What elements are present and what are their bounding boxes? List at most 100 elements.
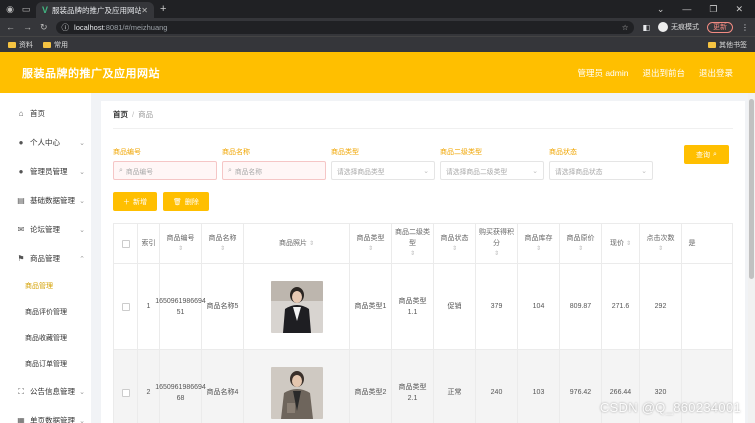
product-photo[interactable] — [270, 280, 323, 333]
select-all-checkbox[interactable] — [121, 239, 130, 248]
chevron-down-icon: ⌄ — [79, 197, 85, 205]
sidebar-subitem-goods[interactable]: 商品管理 — [0, 273, 91, 299]
sort-icon[interactable]: ⇕ — [626, 241, 631, 247]
sort-icon[interactable]: ⇕ — [658, 244, 663, 255]
goods-table: 索引 商品编号 ⇕ 商品名称 ⇕ 商品照片 ⇕ 商品类型 ⇕ 商品二级类型 ⇕ 商品状态… — [113, 223, 733, 423]
back-to-frontend-link[interactable]: 退出到前台 — [642, 67, 685, 79]
col-label: 索引 — [141, 240, 156, 247]
sort-icon[interactable]: ⇕ — [309, 241, 314, 247]
close-window-icon[interactable]: ✕ — [735, 4, 743, 15]
incognito-indicator[interactable]: 无痕模式 — [658, 22, 699, 32]
folder-icon — [8, 41, 16, 48]
filter-goods-code: 商品编号 ⌕ 商品编号 — [113, 147, 217, 180]
chevron-down-icon: ⌄ — [79, 139, 85, 147]
sort-icon[interactable]: ⇕ — [452, 244, 457, 255]
col-header[interactable]: 商品库存 ⇕ — [518, 224, 560, 263]
goods-subtype-select[interactable]: 请选择商品二级类型 ⌄ — [440, 161, 544, 180]
browser-profile-icon[interactable]: ◉ — [4, 3, 16, 15]
col-header[interactable]: 现价 ⇕ — [602, 224, 640, 263]
sidebar-subitem-orders[interactable]: 商品订单管理 — [0, 351, 91, 377]
tab-title: 服装品牌的推广及应用网站 — [52, 5, 142, 15]
sidebar-item-admins[interactable]: ● 管理员管理 ⌄ — [0, 157, 91, 186]
content-area: 首页 / 商品 商品编号 ⌕ 商品编号 商品名称 ⌕ 商品名称 商品类型 请选择商品… — [91, 93, 755, 423]
close-tab-icon[interactable]: ✕ — [141, 6, 148, 15]
goods-status-select[interactable]: 请选择商品状态 ⌄ — [549, 161, 653, 180]
col-header[interactable]: 商品原价 ⇕ — [560, 224, 602, 263]
cell-name: 商品名称5 — [202, 264, 244, 349]
new-tab-icon[interactable]: + — [160, 3, 166, 15]
col-header: 索引 — [138, 224, 160, 263]
sidebar-item-pages[interactable]: ▦ 单页数据管理 ⌄ — [0, 406, 91, 423]
bookmark-star-icon[interactable]: ☆ — [622, 23, 629, 32]
browser-tab[interactable]: V 服装品牌的推广及应用网站 ✕ — [36, 2, 154, 18]
reload-icon[interactable]: ↻ — [40, 22, 48, 33]
cell-subtype: 商品类型2.1 — [392, 350, 434, 423]
sort-icon[interactable]: ⇕ — [494, 249, 499, 260]
bookmark-label: 其他书签 — [719, 41, 747, 49]
incognito-avatar-icon — [658, 22, 668, 32]
sidebar-item-forum[interactable]: ✉ 论坛管理 ⌄ — [0, 215, 91, 244]
sort-icon[interactable]: ⇕ — [220, 244, 225, 255]
sidebar-item-profile[interactable]: ● 个人中心 ⌄ — [0, 128, 91, 157]
sidebar-item-notices[interactable]: ⛶ 公告信息管理 ⌄ — [0, 377, 91, 406]
sidepanel-icon[interactable]: ◧ — [642, 23, 650, 32]
update-button[interactable]: 更新 — [707, 21, 733, 33]
col-header[interactable]: 商品二级类型 ⇕ — [392, 224, 434, 263]
sort-icon[interactable]: ⇕ — [410, 249, 415, 260]
sidebar-item-home[interactable]: ⌂ 首页 — [0, 99, 91, 128]
page-scrollbar[interactable] — [748, 93, 755, 423]
goods-type-select[interactable]: 请选择商品类型 ⌄ — [331, 161, 435, 180]
col-header[interactable]: 商品状态 ⇕ — [434, 224, 476, 263]
search-button[interactable]: 查询 ⌕ — [684, 145, 729, 164]
breadcrumb-home[interactable]: 首页 — [113, 109, 128, 120]
col-header[interactable]: 点击次数 ⇕ — [640, 224, 682, 263]
placeholder: 商品名称 — [234, 168, 262, 176]
bookmark-item[interactable]: 常用 — [43, 40, 68, 50]
sidebar-item-goods[interactable]: ⚑ 商品管理 ⌃ — [0, 244, 91, 273]
filter-label: 商品二级类型 — [440, 149, 482, 156]
table-row[interactable]: 1 1650961986694 51 商品名称5 商品类型1 商品类型1.1 促… — [114, 264, 732, 350]
back-arrow-icon[interactable]: ← — [6, 22, 15, 32]
sort-icon[interactable]: ⇕ — [536, 244, 541, 255]
goods-code-input[interactable]: ⌕ 商品编号 — [113, 161, 217, 180]
chevron-down-icon: ⌄ — [532, 167, 538, 175]
info-icon[interactable]: ⓘ — [62, 22, 70, 33]
sidebar: ⌂ 首页 ● 个人中心 ⌄ ● 管理员管理 ⌄ ▤ 基础数据管理 ⌄ ✉ 论坛管… — [0, 93, 91, 423]
row-checkbox[interactable] — [121, 302, 130, 311]
bookmark-item[interactable]: 资料 — [8, 40, 33, 50]
chevron-down-icon[interactable]: ⌄ — [657, 4, 665, 15]
col-header[interactable]: 商品类型 ⇕ — [350, 224, 392, 263]
sort-icon[interactable]: ⇕ — [178, 244, 183, 255]
delete-button[interactable]: 🗑 删除 — [163, 192, 209, 211]
other-bookmarks[interactable]: 其他书签 — [708, 40, 747, 50]
goods-name-input[interactable]: ⌕ 商品名称 — [222, 161, 326, 180]
col-header[interactable]: 商品照片 ⇕ — [244, 224, 350, 263]
sort-icon[interactable]: ⇕ — [578, 244, 583, 255]
restore-icon[interactable]: ❐ — [709, 4, 717, 15]
col-label: 商品名称 — [208, 234, 237, 242]
cell-code: 1650961986694 51 — [155, 264, 206, 349]
placeholder: 请选择商品二级类型 — [446, 168, 508, 176]
col-header[interactable]: 商品编号 ⇕ — [160, 224, 202, 263]
sort-icon[interactable]: ⇕ — [368, 244, 373, 255]
sidebar-item-label: 单页数据管理 — [30, 416, 75, 423]
col-header[interactable]: 商品名称 ⇕ — [202, 224, 244, 263]
forward-arrow-icon[interactable]: → — [23, 22, 32, 32]
cell-type: 商品类型2 — [350, 350, 392, 423]
tab-strip-icon[interactable]: ▭ — [20, 3, 32, 15]
url-field[interactable]: ⓘ localhost:8081/#/meizhuang ☆ — [55, 20, 635, 34]
placeholder: 商品编号 — [125, 168, 153, 176]
sidebar-subitem-reviews[interactable]: 商品评价管理 — [0, 299, 91, 325]
add-button[interactable]: ＋新增 — [113, 192, 157, 211]
address-bar-row: ← → ↻ ⓘ localhost:8081/#/meizhuang ☆ ◧ 无… — [0, 18, 755, 36]
minimize-icon[interactable]: — — [682, 4, 691, 15]
col-header[interactable]: 购买获得积分 ⇕ — [476, 224, 518, 263]
more-menu-icon[interactable]: ⋮ — [741, 23, 749, 32]
logout-link[interactable]: 退出登录 — [699, 67, 733, 79]
sidebar-subitem-favorites[interactable]: 商品收藏管理 — [0, 325, 91, 351]
row-checkbox[interactable] — [121, 388, 130, 397]
scrollbar-thumb[interactable] — [749, 99, 754, 279]
product-photo[interactable] — [270, 366, 323, 419]
chevron-down-icon: ⌄ — [641, 167, 647, 175]
sidebar-item-basedata[interactable]: ▤ 基础数据管理 ⌄ — [0, 186, 91, 215]
